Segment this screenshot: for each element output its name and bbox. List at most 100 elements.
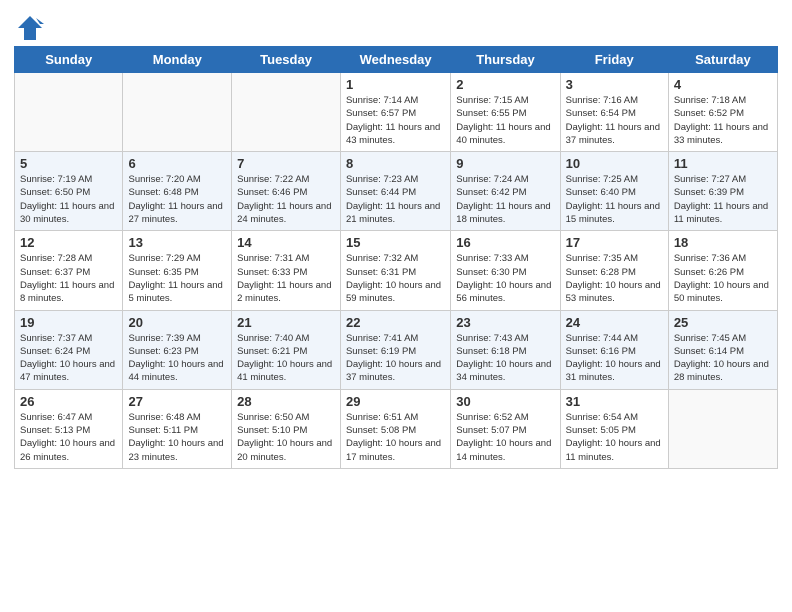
calendar: SundayMondayTuesdayWednesdayThursdayFrid… <box>14 46 778 469</box>
calendar-cell: 10 Sunrise: 7:25 AM Sunset: 6:40 PM Dayli… <box>560 152 668 231</box>
calendar-cell: 19 Sunrise: 7:37 AM Sunset: 6:24 PM Dayli… <box>15 310 123 389</box>
calendar-cell: 26Sunrise: 6:47 AM Sunset: 5:13 PM Dayli… <box>15 389 123 468</box>
day-number: 26 <box>20 394 117 409</box>
day-info: Sunrise: 6:54 AM Sunset: 5:05 PM Dayligh… <box>566 411 663 464</box>
day-number: 8 <box>346 156 445 171</box>
day-info: Sunrise: 7:37 AM Sunset: 6:24 PM Dayligh… <box>20 332 117 385</box>
day-number: 5 <box>20 156 117 171</box>
day-info: Sunrise: 7:24 AM Sunset: 6:42 PM Dayligh… <box>456 173 554 226</box>
day-info: Sunrise: 7:25 AM Sunset: 6:40 PM Dayligh… <box>566 173 663 226</box>
day-number: 25 <box>674 315 772 330</box>
calendar-week-row: 12Sunrise: 7:28 AM Sunset: 6:37 PM Dayli… <box>15 231 778 310</box>
day-info: Sunrise: 7:41 AM Sunset: 6:19 PM Dayligh… <box>346 332 445 385</box>
calendar-cell: 18Sunrise: 7:36 AM Sunset: 6:26 PM Dayli… <box>668 231 777 310</box>
day-info: Sunrise: 7:19 AM Sunset: 6:50 PM Dayligh… <box>20 173 117 226</box>
calendar-cell: 28Sunrise: 6:50 AM Sunset: 5:10 PM Dayli… <box>232 389 341 468</box>
calendar-cell: 24Sunrise: 7:44 AM Sunset: 6:16 PM Dayli… <box>560 310 668 389</box>
day-number: 27 <box>128 394 226 409</box>
day-number: 9 <box>456 156 554 171</box>
day-number: 17 <box>566 235 663 250</box>
calendar-cell: 16 Sunrise: 7:33 AM Sunset: 6:30 PM Dayli… <box>451 231 560 310</box>
day-info: Sunrise: 7:14 AM Sunset: 6:57 PM Dayligh… <box>346 94 445 147</box>
day-of-week-header: Saturday <box>668 47 777 73</box>
calendar-cell: 13 Sunrise: 7:29 AM Sunset: 6:35 PM Dayli… <box>123 231 232 310</box>
day-info: Sunrise: 7:32 AM Sunset: 6:31 PM Dayligh… <box>346 252 445 305</box>
day-number: 12 <box>20 235 117 250</box>
calendar-cell: 29 Sunrise: 6:51 AM Sunset: 5:08 PM Dayli… <box>340 389 450 468</box>
day-number: 1 <box>346 77 445 92</box>
day-number: 16 <box>456 235 554 250</box>
calendar-cell: 14 Sunrise: 7:31 AM Sunset: 6:33 PM Dayli… <box>232 231 341 310</box>
day-number: 22 <box>346 315 445 330</box>
page-container: SundayMondayTuesdayWednesdayThursdayFrid… <box>0 0 792 479</box>
calendar-cell: 23 Sunrise: 7:43 AM Sunset: 6:18 PM Dayli… <box>451 310 560 389</box>
calendar-cell: 22 Sunrise: 7:41 AM Sunset: 6:19 PM Dayli… <box>340 310 450 389</box>
day-number: 13 <box>128 235 226 250</box>
day-info: Sunrise: 7:20 AM Sunset: 6:48 PM Dayligh… <box>128 173 226 226</box>
day-info: Sunrise: 6:51 AM Sunset: 5:08 PM Dayligh… <box>346 411 445 464</box>
day-info: Sunrise: 7:44 AM Sunset: 6:16 PM Dayligh… <box>566 332 663 385</box>
calendar-cell: 20Sunrise: 7:39 AM Sunset: 6:23 PM Dayli… <box>123 310 232 389</box>
calendar-cell: 8 Sunrise: 7:23 AM Sunset: 6:44 PM Daylig… <box>340 152 450 231</box>
day-info: Sunrise: 7:43 AM Sunset: 6:18 PM Dayligh… <box>456 332 554 385</box>
day-number: 23 <box>456 315 554 330</box>
calendar-cell: 5 Sunrise: 7:19 AM Sunset: 6:50 PM Daylig… <box>15 152 123 231</box>
calendar-cell: 6 Sunrise: 7:20 AM Sunset: 6:48 PM Daylig… <box>123 152 232 231</box>
day-info: Sunrise: 7:16 AM Sunset: 6:54 PM Dayligh… <box>566 94 663 147</box>
logo <box>14 14 44 38</box>
day-number: 4 <box>674 77 772 92</box>
day-of-week-header: Tuesday <box>232 47 341 73</box>
calendar-week-row: 19 Sunrise: 7:37 AM Sunset: 6:24 PM Dayli… <box>15 310 778 389</box>
calendar-cell: 12Sunrise: 7:28 AM Sunset: 6:37 PM Dayli… <box>15 231 123 310</box>
calendar-cell: 15 Sunrise: 7:32 AM Sunset: 6:31 PM Dayli… <box>340 231 450 310</box>
calendar-cell <box>123 73 232 152</box>
day-info: Sunrise: 7:15 AM Sunset: 6:55 PM Dayligh… <box>456 94 554 147</box>
calendar-cell: 27 Sunrise: 6:48 AM Sunset: 5:11 PM Dayli… <box>123 389 232 468</box>
day-number: 31 <box>566 394 663 409</box>
day-info: Sunrise: 7:33 AM Sunset: 6:30 PM Dayligh… <box>456 252 554 305</box>
day-number: 15 <box>346 235 445 250</box>
day-info: Sunrise: 7:45 AM Sunset: 6:14 PM Dayligh… <box>674 332 772 385</box>
calendar-cell <box>668 389 777 468</box>
day-number: 19 <box>20 315 117 330</box>
day-number: 20 <box>128 315 226 330</box>
day-number: 14 <box>237 235 335 250</box>
day-number: 21 <box>237 315 335 330</box>
calendar-cell <box>15 73 123 152</box>
calendar-cell: 7 Sunrise: 7:22 AM Sunset: 6:46 PM Daylig… <box>232 152 341 231</box>
calendar-cell <box>232 73 341 152</box>
calendar-cell: 25 Sunrise: 7:45 AM Sunset: 6:14 PM Dayli… <box>668 310 777 389</box>
day-info: Sunrise: 7:18 AM Sunset: 6:52 PM Dayligh… <box>674 94 772 147</box>
day-of-week-header: Sunday <box>15 47 123 73</box>
calendar-week-row: 5 Sunrise: 7:19 AM Sunset: 6:50 PM Daylig… <box>15 152 778 231</box>
calendar-cell: 31 Sunrise: 6:54 AM Sunset: 5:05 PM Dayli… <box>560 389 668 468</box>
day-info: Sunrise: 7:29 AM Sunset: 6:35 PM Dayligh… <box>128 252 226 305</box>
day-info: Sunrise: 6:52 AM Sunset: 5:07 PM Dayligh… <box>456 411 554 464</box>
calendar-week-row: 1 Sunrise: 7:14 AM Sunset: 6:57 PM Daylig… <box>15 73 778 152</box>
day-info: Sunrise: 7:31 AM Sunset: 6:33 PM Dayligh… <box>237 252 335 305</box>
calendar-header-row: SundayMondayTuesdayWednesdayThursdayFrid… <box>15 47 778 73</box>
calendar-cell: 17Sunrise: 7:35 AM Sunset: 6:28 PM Dayli… <box>560 231 668 310</box>
day-of-week-header: Thursday <box>451 47 560 73</box>
day-number: 6 <box>128 156 226 171</box>
day-number: 7 <box>237 156 335 171</box>
day-number: 29 <box>346 394 445 409</box>
header <box>14 10 778 38</box>
logo-icon <box>16 14 44 42</box>
day-info: Sunrise: 7:22 AM Sunset: 6:46 PM Dayligh… <box>237 173 335 226</box>
day-number: 10 <box>566 156 663 171</box>
day-number: 3 <box>566 77 663 92</box>
calendar-cell: 3 Sunrise: 7:16 AM Sunset: 6:54 PM Daylig… <box>560 73 668 152</box>
day-of-week-header: Wednesday <box>340 47 450 73</box>
day-of-week-header: Friday <box>560 47 668 73</box>
day-info: Sunrise: 6:48 AM Sunset: 5:11 PM Dayligh… <box>128 411 226 464</box>
calendar-cell: 2Sunrise: 7:15 AM Sunset: 6:55 PM Daylig… <box>451 73 560 152</box>
day-number: 11 <box>674 156 772 171</box>
calendar-cell: 4 Sunrise: 7:18 AM Sunset: 6:52 PM Daylig… <box>668 73 777 152</box>
calendar-cell: 1 Sunrise: 7:14 AM Sunset: 6:57 PM Daylig… <box>340 73 450 152</box>
day-of-week-header: Monday <box>123 47 232 73</box>
calendar-cell: 11Sunrise: 7:27 AM Sunset: 6:39 PM Dayli… <box>668 152 777 231</box>
day-info: Sunrise: 7:23 AM Sunset: 6:44 PM Dayligh… <box>346 173 445 226</box>
day-info: Sunrise: 6:50 AM Sunset: 5:10 PM Dayligh… <box>237 411 335 464</box>
calendar-cell: 30Sunrise: 6:52 AM Sunset: 5:07 PM Dayli… <box>451 389 560 468</box>
